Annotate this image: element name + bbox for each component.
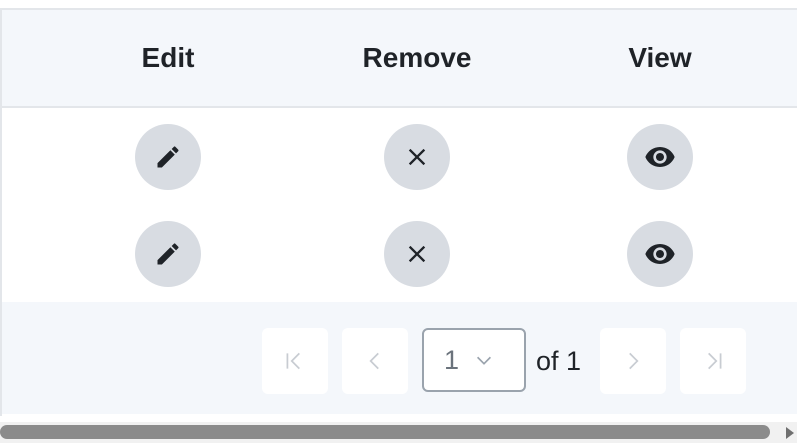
pencil-icon	[157, 145, 179, 167]
edit-button[interactable]	[135, 123, 201, 190]
column-header-edit: Edit	[141, 42, 195, 73]
close-icon	[408, 148, 426, 165]
next-page-button[interactable]	[600, 328, 666, 394]
edit-cell	[98, 108, 238, 205]
table-row	[2, 205, 797, 304]
first-page-icon	[286, 352, 300, 370]
table-header: Edit Remove View	[2, 10, 797, 108]
column-header-view: View	[628, 42, 692, 73]
view-cell	[590, 108, 730, 205]
remove-cell	[347, 108, 487, 205]
remove-button[interactable]	[384, 220, 450, 287]
current-page-value: 1	[444, 344, 460, 375]
edit-cell	[98, 205, 238, 302]
edit-button[interactable]	[135, 220, 201, 287]
first-page-button[interactable]	[262, 328, 328, 394]
pagination-bar: 1 of 1	[2, 302, 797, 414]
data-table: Edit Remove View 1 of 1	[0, 8, 797, 416]
chevron-down-icon	[473, 349, 495, 371]
eye-icon	[645, 243, 675, 264]
remove-button[interactable]	[384, 123, 450, 190]
remove-cell	[347, 205, 487, 302]
last-page-button[interactable]	[680, 328, 746, 394]
eye-icon	[645, 146, 675, 167]
close-icon	[408, 245, 426, 262]
chevron-left-icon	[369, 352, 379, 370]
table-row	[2, 108, 797, 207]
view-button[interactable]	[627, 220, 693, 287]
page-select[interactable]: 1	[422, 328, 526, 392]
horizontal-scrollbar[interactable]	[0, 422, 797, 443]
page-total-text: of 1	[536, 345, 582, 376]
last-page-icon	[708, 352, 722, 370]
view-cell	[590, 205, 730, 302]
pencil-icon	[157, 242, 179, 264]
scrollbar-thumb[interactable]	[0, 425, 770, 439]
table-container: Edit Remove View 1 of 1	[0, 0, 797, 443]
scroll-right-arrow-icon[interactable]	[783, 425, 797, 440]
column-header-remove: Remove	[362, 42, 472, 73]
previous-page-button[interactable]	[342, 328, 408, 394]
view-button[interactable]	[627, 123, 693, 190]
chevron-right-icon	[629, 352, 639, 370]
